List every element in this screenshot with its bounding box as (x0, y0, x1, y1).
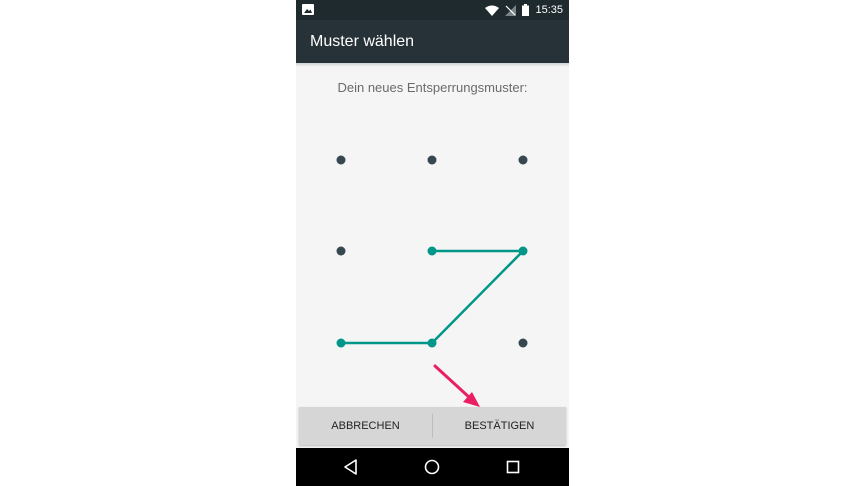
pattern-dot[interactable] (336, 338, 346, 348)
phone-screen: 15:35 Muster wählen Dein neues Entsperru… (296, 0, 569, 486)
back-icon[interactable] (341, 457, 361, 477)
pattern-dot[interactable] (518, 246, 528, 256)
pattern-dot[interactable] (518, 338, 528, 348)
button-bar: ABBRECHEN BESTÄTIGEN (299, 407, 566, 445)
cancel-button[interactable]: ABBRECHEN (299, 407, 432, 445)
navigation-bar (296, 448, 569, 486)
recent-apps-icon[interactable] (503, 457, 523, 477)
pattern-dot[interactable] (336, 246, 346, 256)
pattern-dot[interactable] (336, 155, 346, 165)
pattern-path-segment (431, 250, 524, 344)
home-icon[interactable] (422, 457, 442, 477)
confirm-button[interactable]: BESTÄTIGEN (433, 407, 566, 445)
pattern-dot[interactable] (427, 246, 437, 256)
pattern-dot[interactable] (427, 155, 437, 165)
pattern-dot[interactable] (427, 338, 437, 348)
pattern-dot[interactable] (518, 155, 528, 165)
